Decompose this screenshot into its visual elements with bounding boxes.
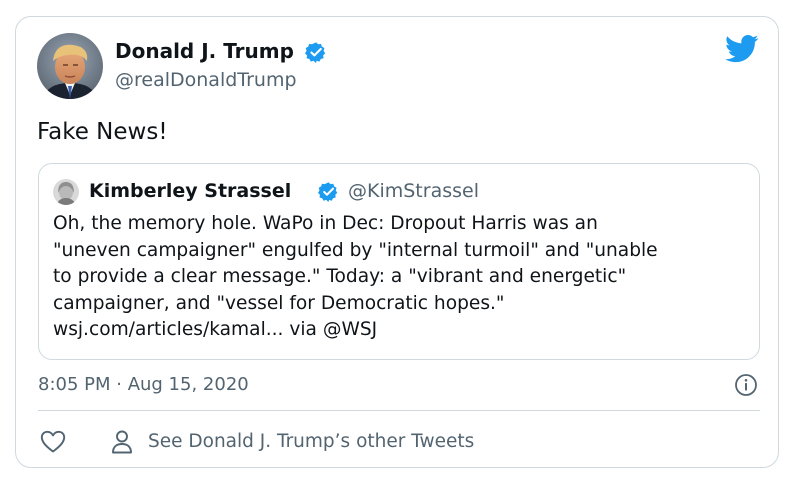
heart-icon[interactable] (40, 430, 66, 454)
twitter-bird-icon[interactable] (725, 34, 759, 64)
author-name[interactable]: Donald J. Trump (115, 38, 294, 64)
quoted-text-line: "uneven campaigner" engulfed by "interna… (53, 239, 658, 261)
author-avatar[interactable] (37, 33, 103, 99)
see-other-tweets-link[interactable]: See Donald J. Trump’s other Tweets (148, 429, 474, 455)
info-icon[interactable] (734, 373, 758, 397)
quoted-text-line: campaigner, and "vessel for Democratic h… (53, 292, 505, 314)
quoted-author-avatar[interactable] (53, 179, 79, 205)
tweet-text: Fake News! (37, 119, 168, 145)
quoted-text-line: Oh, the memory hole. WaPo in Dec: Dropou… (53, 213, 598, 234)
verified-badge-icon (318, 181, 339, 202)
divider (38, 410, 760, 411)
verified-badge-icon (305, 41, 327, 63)
quoted-text-link[interactable]: wsj.com/articles/kamal... via @WSJ (53, 317, 749, 344)
tweet-timestamp[interactable]: 8:05 PM · Aug 15, 2020 (38, 373, 249, 397)
author-handle[interactable]: @realDonaldTrump (115, 67, 297, 93)
quoted-text-line: to provide a clear message." Today: a "v… (53, 266, 627, 287)
tweet-card[interactable]: Donald J. Trump @realDonaldTrump Fake Ne… (15, 16, 779, 468)
person-icon[interactable] (111, 429, 133, 455)
quoted-tweet[interactable]: Kimberley Strassel @KimStrassel Oh, the … (38, 163, 760, 360)
quoted-author-name[interactable]: Kimberley Strassel (89, 178, 291, 204)
quoted-tweet-text: Oh, the memory hole. WaPo in Dec: Dropou… (53, 211, 749, 344)
quoted-author-handle[interactable]: @KimStrassel (348, 178, 479, 204)
